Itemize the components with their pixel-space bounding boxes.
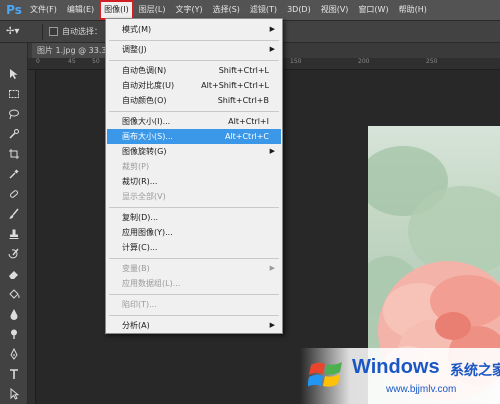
image-menu-dropdown: 模式(M) ▶ 调整(J) ▶ 自动色调(N) Shift+Ctrl+L 自动对比度(… — [105, 18, 283, 334]
menu-item-apply-data-set[interactable]: 应用数据组(L)... — [107, 276, 281, 291]
auto-select-label: 自动选择： — [62, 27, 102, 36]
menu-item-apply-image[interactable]: 应用图像(Y)... — [107, 225, 281, 240]
site-watermark: Windows 系统之家 www.bjjmlv.com — [300, 348, 500, 404]
dodge-tool-icon[interactable] — [5, 325, 23, 343]
menu-item-image-size[interactable]: 图像大小(I)... Alt+Ctrl+I — [107, 114, 281, 129]
menu-item-variables[interactable]: 变量(B) ▶ — [107, 261, 281, 276]
ruler-tick: 45 — [68, 58, 76, 65]
watermark-url: www.bjjmlv.com — [386, 384, 457, 395]
submenu-arrow-icon: ▶ — [269, 264, 275, 272]
move-tool-preset-icon[interactable]: ✢▾ — [6, 23, 36, 41]
shortcut-label: Alt+Shift+Ctrl+L — [201, 81, 269, 90]
menu-item-auto-contrast[interactable]: 自动对比度(U) Alt+Shift+Ctrl+L — [107, 78, 281, 93]
tools-panel — [0, 43, 28, 404]
document-tab[interactable]: 图片 1.jpg @ 33.3 — [32, 43, 108, 58]
ruler-tick: 250 — [426, 58, 438, 65]
submenu-arrow-icon: ▶ — [269, 321, 275, 329]
ruler-tick: 50 — [92, 58, 100, 65]
menu-item-auto-color[interactable]: 自动颜色(O) Shift+Ctrl+B — [107, 93, 281, 108]
watermark-title: Windows — [352, 356, 440, 378]
lasso-tool-icon[interactable] — [5, 105, 23, 123]
menu-separator — [109, 315, 279, 316]
menu-separator — [109, 207, 279, 208]
clone-stamp-tool-icon[interactable] — [5, 225, 23, 243]
shortcut-label: Alt+Ctrl+C — [224, 132, 269, 141]
menu-file[interactable]: 文件(F) — [25, 0, 62, 20]
quick-selection-tool-icon[interactable] — [5, 125, 23, 143]
submenu-arrow-icon: ▶ — [269, 45, 275, 53]
submenu-arrow-icon: ▶ — [269, 25, 275, 33]
ruler-tick: 200 — [358, 58, 370, 65]
menu-item-adjustments[interactable]: 调整(J) ▶ — [107, 42, 281, 57]
menu-item-image-rotation[interactable]: 图像旋转(G) ▶ — [107, 144, 281, 159]
menu-item-crop[interactable]: 裁剪(P) — [107, 159, 281, 174]
menu-window[interactable]: 窗口(W) — [353, 0, 393, 20]
menu-item-trim[interactable]: 裁切(R)... — [107, 174, 281, 189]
menu-type[interactable]: 文字(Y) — [170, 0, 207, 20]
menu-item-reveal-all[interactable]: 显示全部(V) — [107, 189, 281, 204]
menu-3d[interactable]: 3D(D) — [282, 0, 316, 20]
menu-separator — [109, 60, 279, 61]
menu-help[interactable]: 帮助(H) — [394, 0, 432, 20]
menu-filter[interactable]: 滤镜(T) — [245, 0, 282, 20]
menu-bar: Ps 文件(F) 编辑(E) 图像(I) 图层(L) 文字(Y) 选择(S) 滤… — [0, 0, 500, 20]
options-separator — [42, 23, 43, 40]
ruler-tick: 0 — [36, 58, 40, 65]
menu-item-duplicate[interactable]: 复制(D)... — [107, 210, 281, 225]
menu-select[interactable]: 选择(S) — [208, 0, 245, 20]
ruler-tick: 150 — [290, 58, 302, 65]
menu-separator — [109, 111, 279, 112]
menu-item-trap[interactable]: 陷印(T)... — [107, 297, 281, 312]
auto-select-checkbox[interactable] — [49, 27, 58, 36]
vertical-ruler — [28, 70, 36, 404]
menu-item-canvas-size[interactable]: 画布大小(S)... Alt+Ctrl+C — [107, 129, 281, 144]
menu-separator — [109, 258, 279, 259]
path-selection-tool-icon[interactable] — [5, 385, 23, 403]
photoshop-logo-icon: Ps — [6, 3, 22, 17]
marquee-tool-icon[interactable] — [5, 85, 23, 103]
menu-edit[interactable]: 编辑(E) — [62, 0, 99, 20]
eyedropper-tool-icon[interactable] — [5, 165, 23, 183]
menu-item-mode[interactable]: 模式(M) ▶ — [107, 22, 281, 37]
menu-view[interactable]: 视图(V) — [316, 0, 354, 20]
blur-tool-icon[interactable] — [5, 305, 23, 323]
menu-image[interactable]: 图像(I) — [99, 0, 134, 20]
healing-brush-tool-icon[interactable] — [5, 185, 23, 203]
history-brush-tool-icon[interactable] — [5, 245, 23, 263]
shortcut-label: Shift+Ctrl+B — [217, 96, 269, 105]
submenu-arrow-icon: ▶ — [269, 147, 275, 155]
shortcut-label: Alt+Ctrl+I — [228, 117, 269, 126]
menu-separator — [109, 294, 279, 295]
shortcut-label: Shift+Ctrl+L — [218, 66, 269, 75]
watermark-subtitle: 系统之家 — [450, 363, 500, 379]
menu-item-analysis[interactable]: 分析(A) ▶ — [107, 318, 281, 333]
windows-logo-icon — [308, 362, 342, 387]
menu-layer[interactable]: 图层(L) — [134, 0, 171, 20]
crop-tool-icon[interactable] — [5, 145, 23, 163]
menu-item-auto-tone[interactable]: 自动色调(N) Shift+Ctrl+L — [107, 63, 281, 78]
eraser-tool-icon[interactable] — [5, 265, 23, 283]
brush-tool-icon[interactable] — [5, 205, 23, 223]
menu-item-calculations[interactable]: 计算(C)... — [107, 240, 281, 255]
paint-bucket-tool-icon[interactable] — [5, 285, 23, 303]
move-tool-icon[interactable] — [5, 65, 23, 83]
menu-separator — [109, 40, 279, 41]
type-tool-icon[interactable] — [5, 365, 23, 383]
pen-tool-icon[interactable] — [5, 345, 23, 363]
